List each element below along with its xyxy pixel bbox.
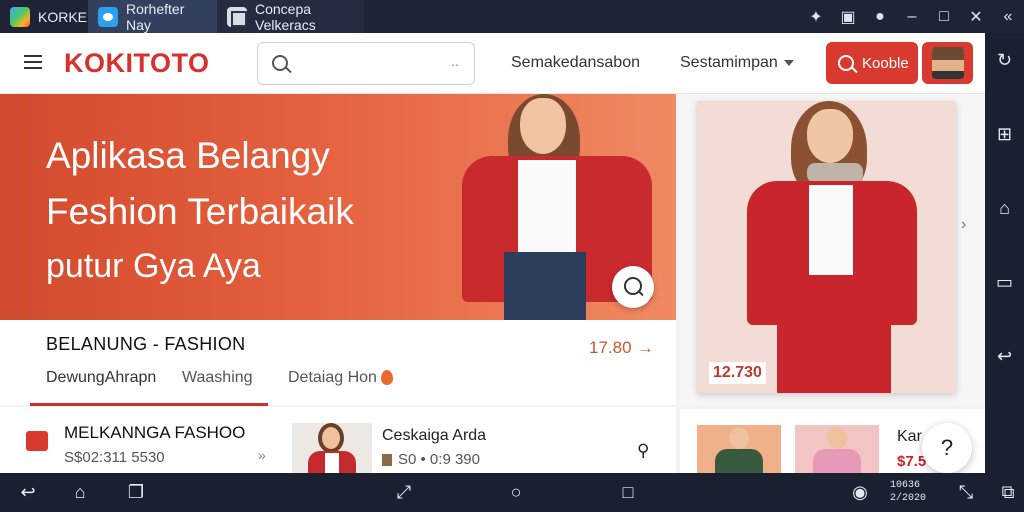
screen-icon[interactable]: ▭ bbox=[994, 271, 1016, 293]
search-input[interactable] bbox=[298, 49, 448, 77]
clock-date: 2/2020 bbox=[890, 493, 927, 504]
search-box[interactable]: ‥ bbox=[257, 42, 475, 85]
home-icon[interactable]: ⌂ bbox=[68, 481, 92, 503]
home-icon[interactable]: ⌂ bbox=[994, 197, 1016, 219]
product-info: BELANUNG - FASHION 17.80 → DewungAhrapn W… bbox=[0, 320, 676, 406]
back-icon[interactable]: ↩ bbox=[994, 345, 1016, 367]
tag-icon bbox=[382, 454, 392, 467]
shop-title: MELKANNGA FASHOO bbox=[64, 423, 246, 442]
zoom-icon[interactable] bbox=[612, 266, 654, 308]
nav-link-label: Sestamimpan bbox=[680, 54, 778, 71]
tab-dewung[interactable]: DewungAhrapn bbox=[46, 369, 156, 387]
tab-label: Detaiag Hon bbox=[288, 369, 377, 386]
help-button[interactable]: ? bbox=[922, 423, 972, 473]
search-button-label: Kooble bbox=[862, 54, 909, 72]
nav-link-categories[interactable]: Semakedansabon bbox=[511, 54, 640, 72]
hero-line-1: Aplikasa Belangy bbox=[46, 135, 330, 176]
search-icon bbox=[838, 55, 854, 71]
expand-icon[interactable]: ⤢ bbox=[392, 481, 416, 503]
app-header: KOKITOTO ‥ Semakedansabon Sestamimpan Ko… bbox=[0, 33, 985, 94]
list-item[interactable]: MELKANNGA FASHOO S$02:311 5530 » Ceskaig… bbox=[0, 407, 676, 473]
search-button[interactable]: Kooble bbox=[826, 42, 918, 84]
chevron-down-icon bbox=[783, 59, 794, 66]
gamepad-icon[interactable]: ◉ bbox=[848, 481, 872, 503]
pin-icon[interactable]: ⚲ bbox=[637, 441, 649, 461]
chevron-right-icon[interactable]: › bbox=[961, 216, 966, 234]
collapse-sidebar-icon[interactable]: « bbox=[992, 0, 1024, 33]
menu-icon[interactable] bbox=[24, 55, 42, 69]
app-viewport: KOKITOTO ‥ Semakedansabon Sestamimpan Ko… bbox=[0, 33, 985, 473]
hero-line-2: Feshion Terbaikaik bbox=[46, 191, 354, 232]
star-icon[interactable]: ✦ bbox=[800, 0, 832, 33]
close-icon[interactable]: ✕ bbox=[960, 0, 992, 33]
emulator-sidebar: ↻ ⊞ ⌂ ▭ ↩ bbox=[985, 33, 1024, 473]
arrow-right-icon: → bbox=[637, 340, 654, 357]
rotate-icon[interactable]: ↻ bbox=[994, 49, 1016, 71]
clock: 10636 2/2020 bbox=[890, 479, 926, 505]
window-controls: ✦ ▣ ● – □ ✕ « bbox=[800, 0, 1024, 33]
hero-line-3: putur Gya Aya bbox=[46, 247, 261, 285]
tab-waashing[interactable]: Waashing bbox=[182, 369, 253, 387]
clock-time: 10636 bbox=[890, 480, 921, 491]
document-app-icon bbox=[227, 6, 247, 27]
maximize-icon[interactable]: □ bbox=[928, 0, 960, 33]
minimize-icon[interactable]: – bbox=[896, 0, 928, 33]
active-tab-indicator bbox=[30, 403, 268, 406]
camera-app-icon bbox=[98, 6, 118, 27]
window-title-bar: KORKE Rorhefter Nay Concepa Velkeracs ✦ … bbox=[0, 0, 1024, 33]
cart-icon bbox=[26, 431, 48, 451]
bluestacks-icon bbox=[10, 6, 30, 27]
account-icon[interactable]: ● bbox=[864, 0, 896, 33]
multi-window-icon[interactable]: ⧉ bbox=[996, 481, 1020, 503]
shop-subtitle: S$02:311 5530 bbox=[64, 449, 165, 466]
screenshot-icon[interactable]: ▣ bbox=[832, 0, 864, 33]
avatar bbox=[931, 47, 964, 79]
voice-search-icon[interactable]: ‥ bbox=[451, 55, 460, 69]
product-subtitle: S0 • 0:9 390 bbox=[382, 451, 480, 468]
hero-banner[interactable]: Aplikasa Belangy Feshion Terbaikaik putu… bbox=[0, 94, 676, 320]
recents-icon[interactable]: ❐ bbox=[124, 481, 148, 503]
featured-product-card[interactable] bbox=[697, 101, 956, 393]
product-thumbnail[interactable] bbox=[795, 425, 879, 473]
flame-icon bbox=[380, 370, 393, 386]
product-title: Kar bbox=[897, 428, 922, 445]
tab-label: Concepa Velkeracs bbox=[255, 0, 316, 33]
product-price: $7.5 bbox=[897, 453, 927, 470]
search-icon bbox=[272, 55, 288, 71]
nav-link-dropdown[interactable]: Sestamimpan bbox=[680, 54, 794, 72]
tab-label: KORKE bbox=[38, 8, 88, 25]
profile-button[interactable] bbox=[922, 42, 973, 84]
product-thumbnail[interactable] bbox=[697, 425, 781, 473]
tab-label: Rorhefter Nay bbox=[126, 0, 185, 33]
circle-home-icon[interactable]: ○ bbox=[504, 481, 528, 503]
keyboard-icon[interactable]: ⊞ bbox=[994, 123, 1016, 145]
price-link[interactable]: 17.80 → bbox=[589, 338, 654, 358]
tab-concepa[interactable]: Concepa Velkeracs bbox=[216, 0, 364, 33]
tab-rorhefter[interactable]: Rorhefter Nay bbox=[88, 0, 216, 33]
price-value: 17.80 bbox=[589, 338, 632, 357]
tab-detaiag[interactable]: Detaiag Hon bbox=[288, 369, 393, 387]
back-icon[interactable]: ↩ bbox=[16, 481, 40, 503]
featured-price: 12.730 bbox=[709, 362, 766, 384]
brand-logo[interactable]: KOKITOTO bbox=[64, 48, 210, 79]
android-nav-bar: ↩ ⌂ ❐ ⤢ ○ □ ◉ 10636 2/2020 ⤡ ⧉ bbox=[0, 473, 1024, 512]
product-thumbnail[interactable] bbox=[292, 423, 372, 473]
resize-icon[interactable]: ⤡ bbox=[954, 481, 978, 503]
product-title: Ceskaiga Arda bbox=[382, 427, 487, 444]
section-title: BELANUNG - FASHION bbox=[46, 334, 246, 354]
tab-korke[interactable]: KORKE bbox=[0, 0, 88, 33]
double-chevron-icon[interactable]: » bbox=[258, 447, 266, 463]
square-icon[interactable]: □ bbox=[616, 481, 640, 503]
product-price: S0 • 0:9 390 bbox=[398, 451, 480, 468]
